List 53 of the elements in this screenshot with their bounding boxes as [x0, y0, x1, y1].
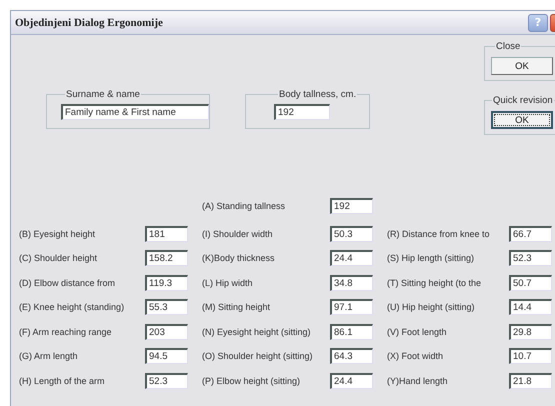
tallness-field[interactable]: 192 [274, 104, 330, 120]
field-label: (Y)Hand length [387, 374, 449, 386]
field-label: (M) Sitting height [202, 301, 272, 313]
name-field[interactable]: Family name & First name [61, 104, 209, 120]
field-label: (O) Shoulder height (sitting) [202, 350, 314, 362]
field-label: (F) Arm reaching range [19, 326, 113, 338]
group-label: Close [495, 41, 522, 52]
field-label: (S) Hip length (sitting) [387, 252, 476, 264]
value-field[interactable]: 64.3 [330, 348, 373, 364]
value-field[interactable]: 192 [330, 198, 373, 214]
value-field[interactable]: 52.3 [145, 372, 188, 388]
value-field[interactable]: 97.1 [330, 299, 373, 315]
value-field[interactable]: 14.4 [509, 299, 552, 315]
value-field[interactable]: 158.2 [145, 250, 188, 266]
field-label: (I) Shoulder width [202, 228, 274, 240]
value-field[interactable]: 34.8 [330, 274, 373, 290]
field-label: (P) Elbow height (sitting) [202, 374, 302, 386]
field-label: (D) Elbow distance from [19, 276, 116, 288]
value-field[interactable]: 52.3 [509, 250, 552, 266]
value-field[interactable]: 94.5 [145, 348, 188, 364]
value-field[interactable]: 24.4 [330, 372, 373, 388]
field-label: (N) Eyesight height (sitting) [202, 326, 312, 338]
value-field[interactable]: 21.8 [509, 372, 552, 388]
ok-button[interactable]: OK [491, 111, 553, 129]
field-label: (T) Sitting height (to the [387, 276, 482, 288]
field-label: (U) Hip height (sitting) [387, 301, 476, 313]
value-field[interactable]: 203 [145, 324, 188, 340]
value-field[interactable]: 181 [145, 226, 188, 242]
group-label: Surname & name [65, 89, 141, 100]
value-field[interactable]: 119.3 [145, 274, 188, 290]
field-label: (K)Body thickness [202, 252, 276, 264]
field-label: (C) Shoulder height [19, 252, 98, 264]
field-label: (X) Foot width [387, 350, 444, 362]
value-field[interactable]: 10.7 [509, 348, 552, 364]
group-label: Body tallness, cm. [278, 89, 358, 100]
field-label: (E) Knee height (standing) [19, 301, 126, 313]
value-field[interactable]: 55.3 [145, 299, 188, 315]
value-field[interactable]: 24.4 [330, 250, 373, 266]
field-label: (V) Foot length [387, 326, 448, 338]
window-title: Objedinjeni Dialog Ergonomije [15, 16, 164, 28]
value-field[interactable]: 50.7 [509, 274, 552, 290]
field-label: (H) Length of the arm [19, 374, 106, 386]
field-label: (A) Standing tallness [202, 200, 286, 212]
value-field[interactable]: 50.3 [330, 226, 373, 242]
field-label: (R) Distance from knee to [387, 228, 491, 240]
ok-button[interactable]: OK [491, 57, 553, 75]
field-label: (B) Eyesight height [19, 228, 96, 240]
field-label: (G) Arm length [19, 350, 79, 362]
value-field[interactable]: 66.7 [509, 226, 552, 242]
value-field[interactable]: 29.8 [509, 324, 552, 340]
group-label: Quick revision [492, 95, 554, 106]
field-label: (L) Hip width [202, 276, 254, 288]
value-field[interactable]: 86.1 [330, 324, 373, 340]
